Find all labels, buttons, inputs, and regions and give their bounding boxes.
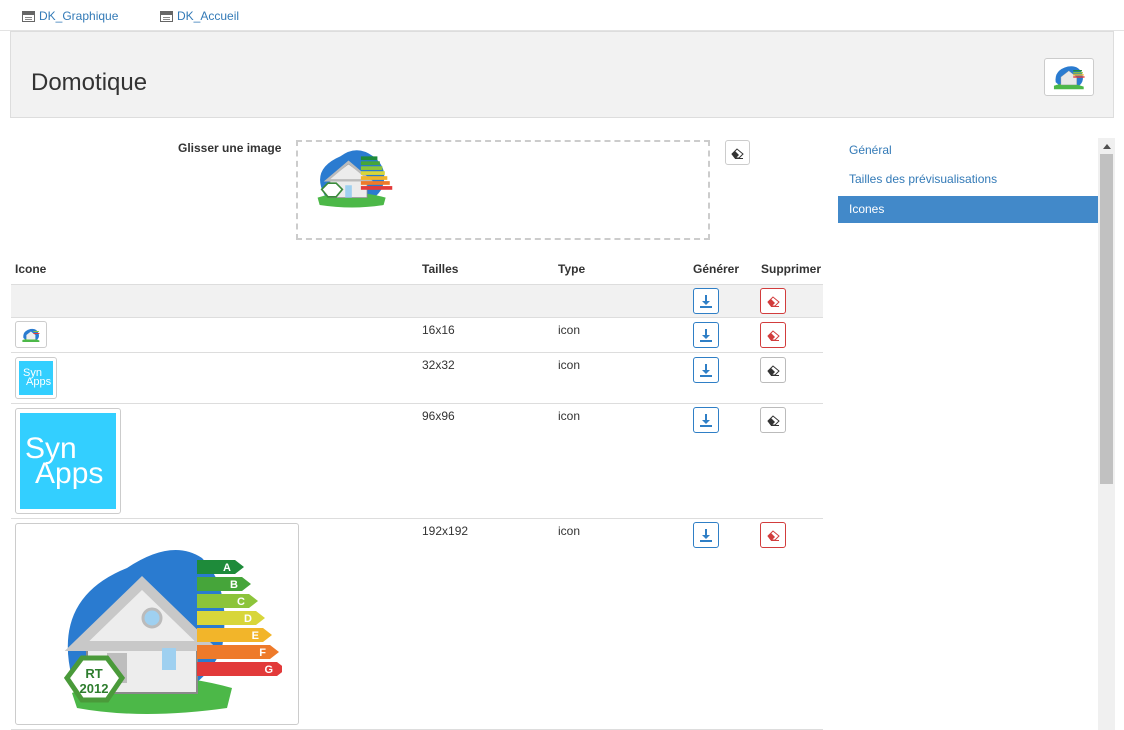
row-divider (11, 317, 823, 318)
eraser-icon (766, 365, 780, 376)
download-icon (700, 413, 712, 427)
link-label: DK_Accueil (177, 9, 240, 23)
delete-button[interactable] (760, 407, 786, 433)
energy-letter: E (252, 630, 259, 642)
document-icon (22, 10, 35, 22)
row-divider (11, 403, 823, 404)
icon-thumbnail-96: Syn Apps (15, 408, 121, 514)
sidebar-item-general[interactable]: Général (838, 137, 1098, 164)
type-cell: icon (558, 524, 581, 538)
delete-button[interactable] (760, 322, 786, 348)
generate-all-button[interactable] (693, 288, 719, 314)
delete-button[interactable] (760, 522, 786, 548)
clear-image-button[interactable] (725, 140, 750, 165)
delete-all-button[interactable] (760, 288, 786, 314)
sidebar-item-icons[interactable]: Icones (838, 196, 1098, 223)
column-header-type: Type (558, 262, 586, 276)
row-divider (11, 518, 823, 519)
generate-button[interactable] (693, 357, 719, 383)
scrollbar[interactable] (1098, 138, 1115, 730)
svg-text:2012: 2012 (80, 681, 109, 696)
type-cell: icon (558, 358, 581, 372)
download-icon (700, 294, 712, 308)
sidebar-item-preview-sizes[interactable]: Tailles des prévisualisations (838, 166, 1098, 193)
eraser-icon (766, 296, 780, 307)
icon-thumbnail-192: ABCDEFG RT 2012 (15, 523, 299, 725)
upload-label: Glisser une image (178, 141, 282, 155)
download-icon (700, 363, 712, 377)
eraser-icon (731, 147, 744, 159)
energy-letter: G (264, 664, 273, 676)
icon-thumbnail-32: Syn Apps (15, 357, 57, 399)
svg-text:RT: RT (85, 666, 102, 681)
energy-bar (197, 577, 251, 591)
column-header-sizes: Tailles (422, 262, 459, 276)
page-header: Domotique (10, 31, 1114, 118)
energy-bar (197, 594, 258, 608)
column-header-delete: Supprimer (761, 262, 822, 276)
eraser-icon (766, 415, 780, 426)
energy-letter: A (223, 562, 231, 574)
link-label: DK_Graphique (39, 9, 119, 23)
energy-bar (197, 560, 244, 574)
scrollbar-thumb[interactable] (1100, 154, 1113, 484)
synapps-logo: Syn Apps (20, 413, 116, 509)
top-bar: DK_Graphique DK_Accueil (0, 0, 1124, 31)
energy-letter: C (237, 596, 245, 608)
house-energy-icon: ABCDEFG RT 2012 (63, 550, 282, 714)
download-icon (700, 528, 712, 542)
generate-button[interactable] (693, 407, 719, 433)
type-cell: icon (558, 323, 581, 337)
synapps-logo: Syn Apps (19, 361, 53, 395)
size-cell: 96x96 (422, 409, 455, 423)
image-dropzone[interactable] (296, 140, 710, 240)
energy-letter: D (244, 613, 252, 625)
type-cell: icon (558, 409, 581, 423)
page-title: Domotique (31, 69, 148, 96)
energy-letter: B (230, 579, 238, 591)
energy-bar (197, 645, 279, 659)
size-cell: 192x192 (422, 524, 469, 538)
house-energy-icon (1053, 66, 1085, 90)
eraser-icon (766, 530, 780, 541)
column-header-icon: Icone (15, 262, 47, 276)
download-icon (700, 328, 712, 342)
link-dk-graphique[interactable]: DK_Graphique (22, 9, 118, 23)
size-cell: 32x32 (422, 358, 455, 372)
eraser-icon (766, 330, 780, 341)
energy-bar (197, 628, 272, 642)
size-cell: 16x16 (422, 323, 455, 337)
link-dk-accueil[interactable]: DK_Accueil (160, 9, 239, 23)
energy-letter: F (259, 647, 266, 659)
header-app-icon (1044, 58, 1094, 96)
document-icon (160, 10, 173, 22)
dropzone-preview-image (308, 144, 394, 215)
icon-thumbnail-16 (15, 321, 47, 348)
column-header-generate: Générer (693, 262, 740, 276)
energy-bar (197, 611, 265, 625)
generate-button[interactable] (693, 522, 719, 548)
delete-button[interactable] (760, 357, 786, 383)
generate-button[interactable] (693, 322, 719, 348)
chevron-up-icon[interactable] (1098, 138, 1115, 155)
row-divider (11, 352, 823, 353)
